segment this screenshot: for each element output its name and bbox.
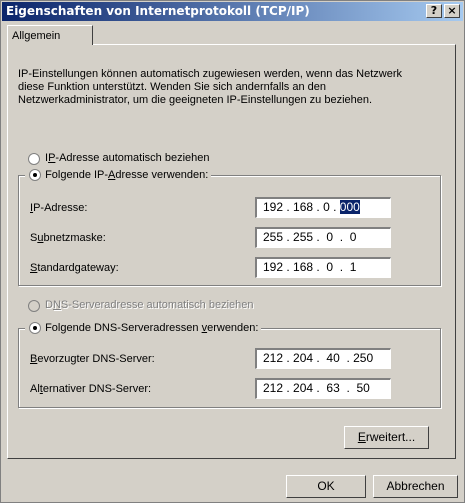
ip-octet-1[interactable]: 192	[263, 200, 283, 214]
adns-octet-1[interactable]: 212	[263, 381, 283, 395]
gateway-octet-2[interactable]: 168	[293, 260, 313, 274]
ip-manual-label[interactable]: Folgende IP-Adresse verwenden:	[45, 169, 208, 181]
tab-allgemein[interactable]: Allgemein	[7, 25, 93, 45]
cancel-button[interactable]: Abbrechen	[373, 475, 458, 498]
preferred-dns-label: Bevorzugter DNS-Server:	[30, 353, 155, 365]
adns-octet-3[interactable]: 63	[326, 381, 339, 395]
window-title: Eigenschaften von Internetprotokoll (TCP…	[6, 4, 310, 18]
pdns-octet-2[interactable]: 204	[293, 351, 313, 365]
ip-octet-3[interactable]: 0	[323, 200, 330, 214]
dns-manual-legend: Folgende DNS-Serveradressen verwenden:	[25, 321, 262, 337]
tab-allgemein-label: Allgemein	[12, 30, 61, 42]
ip-octet-4[interactable]: 000	[339, 200, 360, 214]
gateway-field[interactable]: 192 . 168 . 0 . 1	[255, 257, 391, 278]
gateway-octet-4[interactable]: 1	[350, 260, 357, 274]
subnet-octet-1[interactable]: 255	[263, 230, 283, 244]
gateway-octet-3[interactable]: 0	[326, 260, 333, 274]
subnet-octet-4[interactable]: 0	[350, 230, 357, 244]
dns-manual-radio[interactable]	[29, 322, 41, 334]
subnet-octet-2[interactable]: 255	[293, 230, 313, 244]
ip-address-field[interactable]: 192 . 168 . 0 . 000	[255, 197, 391, 218]
gateway-label: Standardgateway:	[30, 262, 119, 274]
alternate-dns-field[interactable]: 212 . 204 . 63 . 50	[255, 378, 391, 399]
ok-button[interactable]: OK	[286, 475, 366, 498]
alternate-dns-label: Alternativer DNS-Server:	[30, 383, 152, 395]
pdns-octet-3[interactable]: 40	[326, 351, 339, 365]
pdns-octet-1[interactable]: 212	[263, 351, 283, 365]
close-button[interactable]: ×	[444, 4, 460, 18]
help-button[interactable]: ?	[426, 4, 442, 18]
dns-auto-radio	[28, 300, 40, 312]
ip-manual-radio[interactable]	[29, 169, 41, 181]
subnet-mask-field[interactable]: 255 . 255 . 0 . 0	[255, 227, 391, 248]
dns-auto-label: DNS-Serveradresse automatisch beziehen	[45, 299, 254, 311]
ip-auto-label[interactable]: IP-Adresse automatisch beziehen	[45, 152, 210, 164]
description-text: IP-Einstellungen können automatisch zuge…	[18, 68, 402, 106]
ip-auto-radio[interactable]	[28, 153, 40, 165]
subnet-octet-3[interactable]: 0	[326, 230, 333, 244]
dns-manual-label[interactable]: Folgende DNS-Serveradressen verwenden:	[45, 322, 258, 334]
advanced-button[interactable]: Erweitert...	[344, 426, 429, 449]
ip-manual-legend: Folgende IP-Adresse verwenden:	[25, 168, 212, 184]
dialog-window: Eigenschaften von Internetprotokoll (TCP…	[0, 0, 465, 503]
adns-octet-2[interactable]: 204	[293, 381, 313, 395]
pdns-octet-4[interactable]: 250	[353, 351, 373, 365]
adns-octet-4[interactable]: 50	[356, 381, 369, 395]
ip-address-label: IP-Adresse:	[30, 202, 88, 214]
preferred-dns-field[interactable]: 212 . 204 . 40 . 250	[255, 348, 391, 369]
gateway-octet-1[interactable]: 192	[263, 260, 283, 274]
ip-octet-2[interactable]: 168	[293, 200, 313, 214]
subnet-mask-label: Subnetzmaske:	[30, 232, 106, 244]
title-bar[interactable]: Eigenschaften von Internetprotokoll (TCP…	[2, 2, 463, 21]
